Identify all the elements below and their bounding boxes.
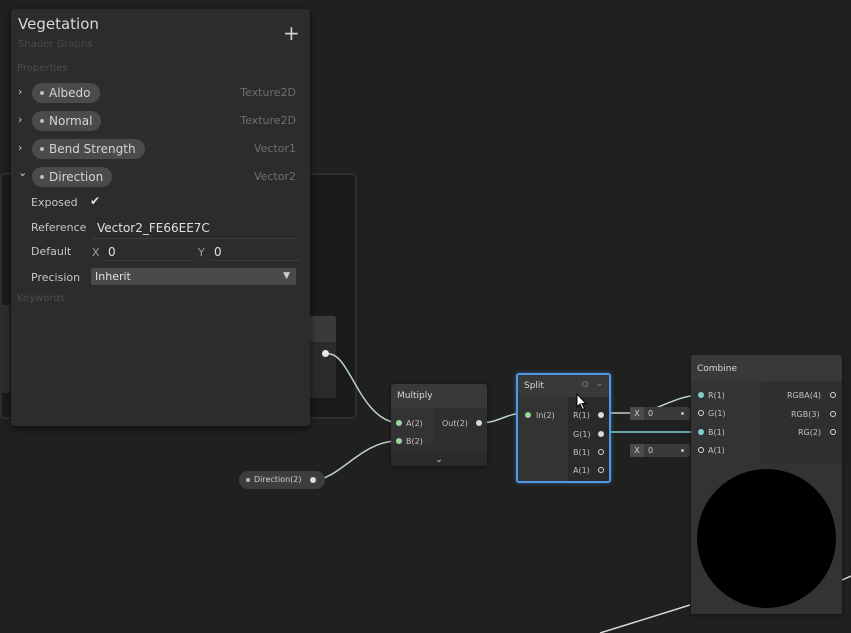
split-output-r-label: R(1)	[573, 411, 590, 420]
default-y-label: Y	[198, 246, 205, 259]
inline-value: 0	[648, 409, 654, 418]
property-pill[interactable]: Albedo	[32, 83, 100, 103]
combine-output-rgb-port[interactable]	[830, 411, 836, 417]
combine-preview	[691, 463, 842, 614]
multiply-output-port[interactable]	[476, 420, 482, 426]
property-pill[interactable]: Direction	[32, 167, 113, 187]
property-type: Texture2D	[240, 114, 296, 127]
property-row-bend-strength[interactable]: › Bend Strength Vector1	[11, 137, 310, 161]
combine-input-g-port[interactable]	[698, 410, 704, 416]
combine-input-a-label: A(1)	[708, 446, 725, 455]
preview-toggle-icon[interactable]: ⊙	[581, 380, 589, 390]
split-output-g-port[interactable]	[598, 431, 604, 437]
chevron-right-icon[interactable]: ›	[18, 141, 22, 154]
inline-value: 0	[648, 446, 654, 455]
multiply-node[interactable]: Multiply A(2) B(2) Out(2) ⌄	[391, 384, 487, 466]
combine-output-rg-port[interactable]	[830, 429, 836, 435]
split-output-r-port[interactable]	[598, 412, 604, 418]
precision-label: Precision	[31, 271, 81, 284]
chevron-down-icon[interactable]: ⌄	[595, 379, 603, 389]
multiply-input-b-label: B(2)	[406, 437, 423, 446]
default-x-label: X	[92, 246, 100, 259]
chevron-right-icon[interactable]: ›	[18, 113, 22, 126]
hidden-node-left[interactable]	[0, 305, 10, 393]
direction-node-dot	[246, 478, 250, 482]
combine-input-a-port[interactable]	[698, 447, 704, 453]
property-pill[interactable]: Bend Strength	[32, 139, 145, 159]
chevron-right-icon[interactable]: ›	[18, 85, 22, 98]
property-type: Vector1	[253, 142, 296, 155]
direction-node-label: Direction(2)	[254, 475, 302, 484]
property-type: Texture2D	[240, 86, 296, 99]
combine-output-rgb-label: RGB(3)	[791, 410, 820, 419]
split-output-b-label: B(1)	[573, 448, 590, 457]
combine-r-inline-value[interactable]: X 0	[630, 407, 690, 420]
split-node-header[interactable]: Split ⊙ ⌄	[518, 375, 609, 397]
split-output-a-label: A(1)	[573, 466, 590, 475]
combine-node[interactable]: Combine R(1) G(1) B(1) A(1) RGBA(4) RGB(…	[691, 355, 842, 614]
reference-label: Reference	[31, 221, 87, 234]
direction-node-output-port[interactable]	[310, 477, 316, 483]
split-output-a-port[interactable]	[598, 467, 604, 473]
property-pill[interactable]: Normal	[32, 111, 102, 131]
blackboard-panel[interactable]: Vegetation Shader Graphs + Properties › …	[11, 9, 310, 426]
inline-x-label: X	[630, 407, 644, 420]
properties-header: Properties	[17, 63, 68, 74]
dropdown-caret-icon: ▼	[283, 271, 290, 281]
chevron-down-icon[interactable]: ⌄	[18, 166, 27, 179]
split-output-g-label: G(1)	[573, 430, 591, 439]
default-label: Default	[31, 245, 72, 258]
combine-node-title: Combine	[691, 355, 842, 381]
precision-value: Inherit	[95, 270, 131, 283]
combine-input-g-label: G(1)	[708, 409, 726, 418]
reference-field[interactable]: Vector2_FE66EE7C	[91, 218, 296, 239]
property-row-normal[interactable]: › Normal Texture2D	[11, 109, 310, 133]
multiply-output-label: Out(2)	[442, 419, 468, 428]
combine-a-inline-value[interactable]: X 0	[630, 444, 690, 457]
exposed-label: Exposed	[31, 196, 78, 209]
multiply-collapse-button[interactable]: ⌄	[391, 454, 487, 466]
inline-x-label: X	[630, 444, 644, 457]
multiply-input-b-port[interactable]	[396, 438, 402, 444]
precision-dropdown[interactable]: Inherit ▼	[91, 268, 296, 285]
graph-canvas[interactable]: 1) Multiply A(2) B(2) Out(2) ⌄ Direction…	[0, 0, 851, 633]
combine-input-r-port[interactable]	[698, 392, 704, 398]
combine-input-r-label: R(1)	[708, 391, 725, 400]
split-node[interactable]: Split ⊙ ⌄ In(2) R(1) G(1) B(1) A(1)	[516, 373, 611, 483]
mouse-cursor-icon	[576, 393, 588, 411]
multiply-input-a-port[interactable]	[396, 420, 402, 426]
default-x-field[interactable]: 0	[104, 243, 194, 261]
combine-output-rg-label: RG(2)	[798, 428, 822, 437]
keywords-header: Keywords	[17, 293, 65, 304]
property-row-direction[interactable]: ⌄ Direction Vector2	[11, 165, 310, 189]
combine-input-b-port[interactable]	[698, 429, 704, 435]
split-input-label: In(2)	[536, 411, 555, 420]
blackboard-subtitle: Shader Graphs	[18, 39, 93, 50]
combine-output-rgba-port[interactable]	[830, 392, 836, 398]
hidden-node-output-port[interactable]	[322, 350, 329, 357]
preview-sphere	[697, 469, 836, 608]
blackboard-title: Vegetation	[18, 15, 99, 33]
direction-property-node[interactable]: Direction(2)	[239, 471, 325, 489]
add-property-button[interactable]: +	[283, 23, 300, 43]
property-row-albedo[interactable]: › Albedo Texture2D	[11, 81, 310, 105]
multiply-node-title: Multiply	[391, 384, 487, 408]
split-input-port[interactable]	[525, 412, 531, 418]
exposed-checkbox[interactable]: ✔	[90, 194, 100, 208]
property-type: Vector2	[253, 170, 296, 183]
split-output-b-port[interactable]	[598, 449, 604, 455]
combine-output-rgba-label: RGBA(4)	[787, 391, 822, 400]
combine-input-b-label: B(1)	[708, 428, 725, 437]
default-y-field[interactable]: 0	[210, 243, 300, 261]
multiply-input-a-label: A(2)	[406, 419, 423, 428]
split-node-title: Split	[524, 381, 544, 391]
